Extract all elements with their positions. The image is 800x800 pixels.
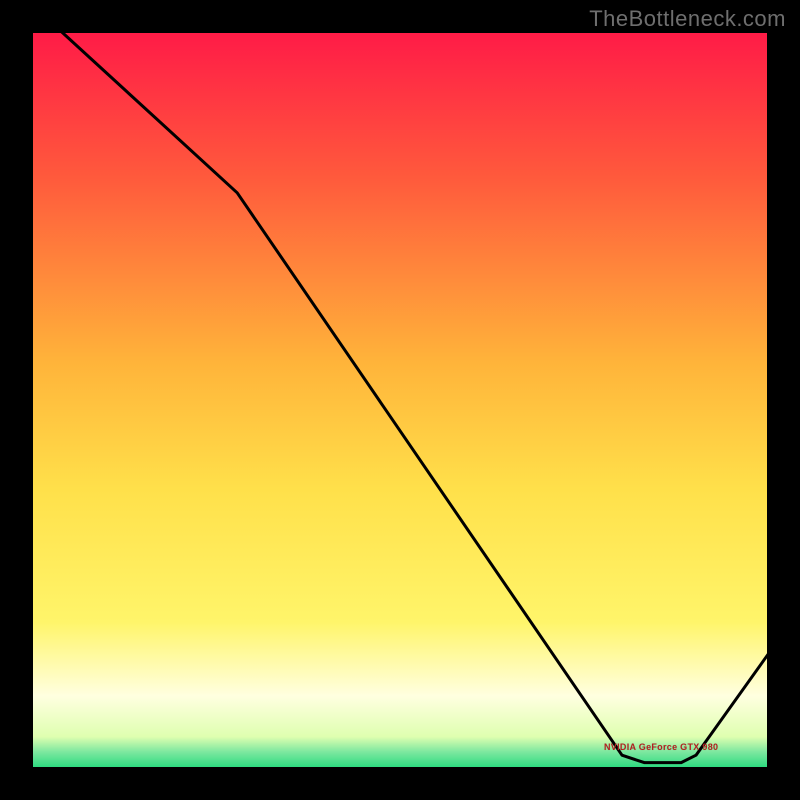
watermark-text: TheBottleneck.com xyxy=(589,6,786,32)
x-axis-optimal-label: NVIDIA GeForce GTX 980 xyxy=(604,742,718,752)
chart-stage: TheBottleneck.com NVIDIA GeForce GTX 980 xyxy=(0,0,800,800)
plot-border xyxy=(30,30,770,770)
plot-area: NVIDIA GeForce GTX 980 xyxy=(30,30,770,770)
